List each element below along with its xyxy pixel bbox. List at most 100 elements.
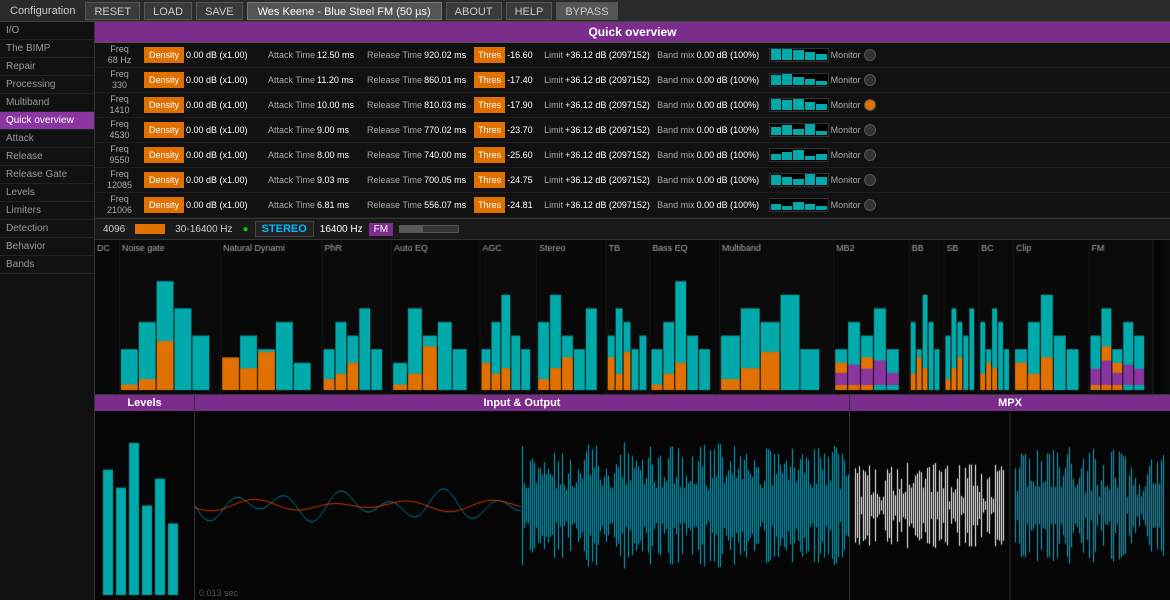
monitor-btn-4[interactable]: Monitor [831,149,876,161]
monitor-dot-5 [864,174,876,186]
release-label-6: Release Time [367,200,422,210]
save-button[interactable]: SAVE [196,2,243,20]
freq-label-0: Freq68 Hz [97,44,142,66]
bottom-panels: Levels Input & Output 0.013 sec MPX [95,395,1170,600]
load-button[interactable]: LOAD [144,2,192,20]
release-val-4: 740.00 ms [424,150,472,160]
density-btn-0[interactable]: Density [144,47,184,63]
sidebar-item-behavior[interactable]: Behavior [0,238,94,256]
band-mix-val-0: 0.00 dB (100%) [697,50,767,60]
thres-label-2[interactable]: Thres [474,97,505,113]
release-label-2: Release Time [367,100,422,110]
band-mix-label-1: Band mix [657,75,695,85]
sidebar-item-release-gate[interactable]: Release Gate [0,166,94,184]
sidebar-item-release[interactable]: Release [0,148,94,166]
about-button[interactable]: ABOUT [446,2,502,20]
density-btn-3[interactable]: Density [144,122,184,138]
band-mix-label-4: Band mix [657,150,695,160]
release-label-3: Release Time [367,125,422,135]
monitor-btn-2[interactable]: Monitor [831,99,876,111]
sidebar-item-processing[interactable]: Processing [0,76,94,94]
attack-val-5: 9.03 ms [317,175,365,185]
reset-button[interactable]: RESET [85,2,140,20]
density-val-4: 0.00 dB (x1.00) [186,150,266,160]
sp-slider[interactable] [399,225,459,233]
monitor-btn-6[interactable]: Monitor [831,199,876,211]
preset-label[interactable]: Wes Keene - Blue Steel FM (50 µs) [247,2,442,20]
visualizer [95,240,1170,395]
limit-label-1: Limit [544,75,563,85]
band-mix-val-2: 0.00 dB (100%) [697,100,767,110]
thres-val-2: -17.90 [507,100,542,110]
density-val-0: 0.00 dB (x1.00) [186,50,266,60]
monitor-btn-3[interactable]: Monitor [831,124,876,136]
band-row-1: Freq330 Density 0.00 dB (x1.00) Attack T… [95,68,1170,93]
sidebar-item-detection[interactable]: Detection [0,220,94,238]
sidebar-item-limiters[interactable]: Limiters [0,202,94,220]
attack-label-0: Attack Time [268,50,315,60]
levels-content [95,411,194,600]
density-btn-1[interactable]: Density [144,72,184,88]
thres-val-6: -24.81 [507,200,542,210]
attack-label-2: Attack Time [268,100,315,110]
attack-val-3: 9.00 ms [317,125,365,135]
thres-label-4[interactable]: Thres [474,147,505,163]
sidebar-item-levels[interactable]: Levels [0,184,94,202]
band-mix-label-0: Band mix [657,50,695,60]
attack-val-4: 8.00 ms [317,150,365,160]
limit-label-3: Limit [544,125,563,135]
meter-mini-4 [769,148,829,162]
freq-label-6: Freq21006 [97,194,142,216]
band-rows: Freq68 Hz Density 0.00 dB (x1.00) Attack… [95,43,1170,218]
sp-freq: 16400 Hz [320,224,363,235]
density-btn-5[interactable]: Density [144,172,184,188]
thres-label-6[interactable]: Thres [474,197,505,213]
limit-val-0: +36.12 dB (2097152) [565,50,655,60]
sidebar-item-multiband[interactable]: Multiband [0,94,94,112]
density-val-3: 0.00 dB (x1.00) [186,125,266,135]
release-val-2: 810.03 ms [424,100,472,110]
release-val-1: 860.01 ms [424,75,472,85]
mpx-canvas [850,411,1170,600]
release-val-6: 556.07 ms [424,200,472,210]
band-row-0: Freq68 Hz Density 0.00 dB (x1.00) Attack… [95,43,1170,68]
band-mix-label-2: Band mix [657,100,695,110]
monitor-dot-1 [864,74,876,86]
band-row-2: Freq1410 Density 0.00 dB (x1.00) Attack … [95,93,1170,118]
band-row-6: Freq21006 Density 0.00 dB (x1.00) Attack… [95,193,1170,218]
thres-label-3[interactable]: Thres [474,122,505,138]
sidebar-item-repair[interactable]: Repair [0,58,94,76]
signal-path: 4096 30-16400 Hz ● STEREO 16400 Hz FM [95,218,1170,240]
density-val-1: 0.00 dB (x1.00) [186,75,266,85]
meter-mini-5 [769,173,829,187]
thres-label-5[interactable]: Thres [474,172,505,188]
monitor-btn-0[interactable]: Monitor [831,49,876,61]
thres-label-0[interactable]: Thres [474,47,505,63]
sidebar-item-attack[interactable]: Attack [0,130,94,148]
density-btn-4[interactable]: Density [144,147,184,163]
density-btn-2[interactable]: Density [144,97,184,113]
bypass-button[interactable]: BYPASS [556,2,617,20]
thres-val-3: -23.70 [507,125,542,135]
thres-label-1[interactable]: Thres [474,72,505,88]
meter-mini-1 [769,73,829,87]
sidebar-items: I/OThe BIMPRepairProcessingMultibandQuic… [0,22,94,274]
monitor-btn-1[interactable]: Monitor [831,74,876,86]
io-panel: Input & Output 0.013 sec [195,395,850,600]
sidebar-item-bands[interactable]: Bands [0,256,94,274]
density-val-5: 0.00 dB (x1.00) [186,175,266,185]
density-btn-6[interactable]: Density [144,197,184,213]
attack-label-3: Attack Time [268,125,315,135]
help-button[interactable]: HELP [506,2,553,20]
limit-val-5: +36.12 dB (2097152) [565,175,655,185]
limit-label-0: Limit [544,50,563,60]
monitor-btn-5[interactable]: Monitor [831,174,876,186]
sidebar-item-i/o[interactable]: I/O [0,22,94,40]
band-mix-val-6: 0.00 dB (100%) [697,200,767,210]
sidebar-item-quick-overview[interactable]: Quick overview [0,112,94,130]
attack-label-1: Attack Time [268,75,315,85]
sidebar-item-the-bimp[interactable]: The BIMP [0,40,94,58]
sidebar: I/OThe BIMPRepairProcessingMultibandQuic… [0,22,95,600]
limit-label-2: Limit [544,100,563,110]
sp-green-dot: ● [243,224,249,235]
